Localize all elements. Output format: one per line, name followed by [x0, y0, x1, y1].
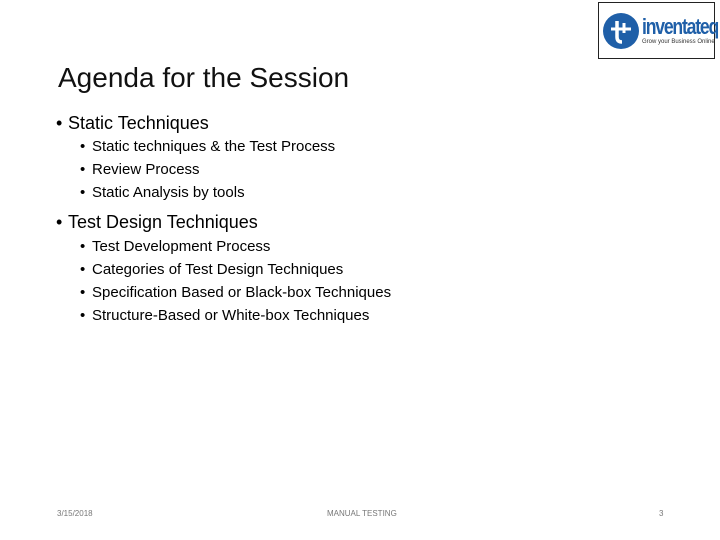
company-logo: inventateq Grow your Business Online	[598, 2, 719, 59]
list-item: • Review Process	[80, 161, 200, 178]
slide-title: Agenda for the Session	[58, 62, 350, 93]
bullet-icon: •	[80, 261, 86, 278]
bullet-icon: •	[56, 113, 63, 133]
list-item: • Categories of Test Design Techniques	[80, 261, 344, 278]
bullet-icon: •	[80, 238, 86, 255]
bullet-icon: •	[56, 212, 63, 232]
logo-name: inventateq	[642, 13, 719, 39]
bullet-icon: •	[80, 138, 86, 155]
list-item: • Static techniques & the Test Process	[80, 138, 336, 155]
list-item: • Static Analysis by tools	[80, 184, 245, 201]
footer-title: MANUAL TESTING	[327, 509, 397, 518]
list-item: • Structure-Based or White-box Techniques	[80, 307, 370, 324]
list-item: • Specification Based or Black-box Techni…	[80, 284, 392, 301]
bullet-icon: •	[80, 161, 86, 178]
page-number: 3	[659, 509, 664, 518]
bullet-icon: •	[80, 184, 86, 201]
section-heading: • Static Techniques	[56, 113, 209, 133]
logo-mark-icon	[603, 12, 639, 49]
logo-tagline: Grow your Business Online	[642, 38, 715, 45]
bullet-icon: •	[80, 284, 86, 301]
section-heading: • Test Design Techniques	[56, 212, 258, 232]
bullet-icon: •	[80, 307, 86, 324]
list-item: • Test Development Process	[80, 238, 271, 255]
footer-date: 3/15/2018	[57, 509, 93, 518]
